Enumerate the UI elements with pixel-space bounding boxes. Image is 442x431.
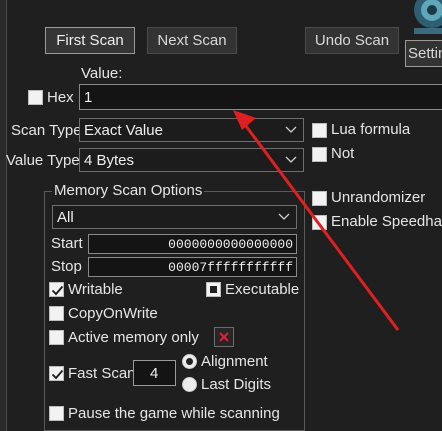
- not-label: Not: [331, 145, 355, 162]
- value-type-select[interactable]: 4 Bytes: [79, 148, 304, 172]
- settings-button[interactable]: Settin: [405, 40, 442, 67]
- region-select[interactable]: All: [52, 205, 297, 229]
- first-scan-button[interactable]: First Scan: [45, 27, 135, 54]
- stop-label: Stop: [51, 258, 82, 275]
- scan-type-value: Exact Value: [84, 121, 163, 139]
- not-checkbox[interactable]: [312, 147, 327, 162]
- fast-scan-checkbox[interactable]: [49, 366, 64, 381]
- lua-formula-checkbox[interactable]: [312, 123, 327, 138]
- scan-type-select[interactable]: Exact Value: [79, 118, 304, 142]
- copy-on-write-checkbox[interactable]: [49, 306, 64, 321]
- unrandomizer-label: Unrandomizer: [331, 189, 426, 206]
- value-input[interactable]: 1: [79, 84, 442, 110]
- fast-scan-label: Fast Scan: [68, 365, 136, 382]
- chevron-down-icon: [278, 213, 290, 220]
- last-digits-label: Last Digits: [201, 376, 272, 393]
- left-panel-border: [0, 0, 7, 431]
- value-label: Value:: [81, 65, 123, 82]
- close-icon[interactable]: [214, 327, 234, 347]
- stop-address-input[interactable]: 00007fffffffffff: [88, 257, 297, 277]
- scan-type-label: Scan Type: [11, 122, 82, 139]
- memory-scan-options-title: Memory Scan Options: [52, 182, 205, 199]
- copy-on-write-label: CopyOnWrite: [68, 305, 158, 322]
- unrandomizer-checkbox[interactable]: [312, 191, 327, 206]
- value-type-value: 4 Bytes: [84, 151, 135, 169]
- fast-scan-value-input[interactable]: 4: [133, 360, 176, 386]
- undo-scan-button[interactable]: Undo Scan: [305, 27, 399, 54]
- checkmark-icon: [51, 369, 64, 380]
- writable-label: Writable: [68, 281, 123, 298]
- chevron-down-icon: [285, 126, 297, 133]
- radio-dot-icon: [186, 358, 193, 365]
- hex-label: Hex: [47, 89, 74, 106]
- lua-formula-label: Lua formula: [331, 121, 411, 138]
- active-memory-only-label: Active memory only: [68, 329, 199, 346]
- last-digits-radio[interactable]: [182, 377, 197, 392]
- checkmark-icon: [51, 285, 64, 296]
- alignment-radio[interactable]: [182, 354, 197, 369]
- pause-game-label: Pause the game while scanning: [68, 405, 280, 422]
- next-scan-button[interactable]: Next Scan: [147, 27, 237, 54]
- indeterminate-icon: [210, 286, 217, 293]
- cheat-engine-logo: [402, 0, 442, 38]
- enable-speedhack-checkbox[interactable]: [312, 215, 327, 230]
- executable-label: Executable: [225, 281, 300, 298]
- value-type-label: Value Type: [6, 152, 80, 169]
- executable-checkbox[interactable]: [206, 282, 221, 297]
- alignment-label: Alignment: [201, 353, 268, 370]
- region-value: All: [57, 208, 74, 226]
- enable-speedhack-label: Enable Speedhac: [331, 213, 442, 230]
- writable-checkbox[interactable]: [49, 282, 64, 297]
- pause-game-checkbox[interactable]: [49, 406, 64, 421]
- chevron-down-icon: [285, 156, 297, 163]
- start-address-input[interactable]: 0000000000000000: [88, 234, 297, 254]
- hex-checkbox[interactable]: [28, 90, 43, 105]
- start-label: Start: [51, 235, 83, 252]
- active-memory-only-checkbox[interactable]: [49, 330, 64, 345]
